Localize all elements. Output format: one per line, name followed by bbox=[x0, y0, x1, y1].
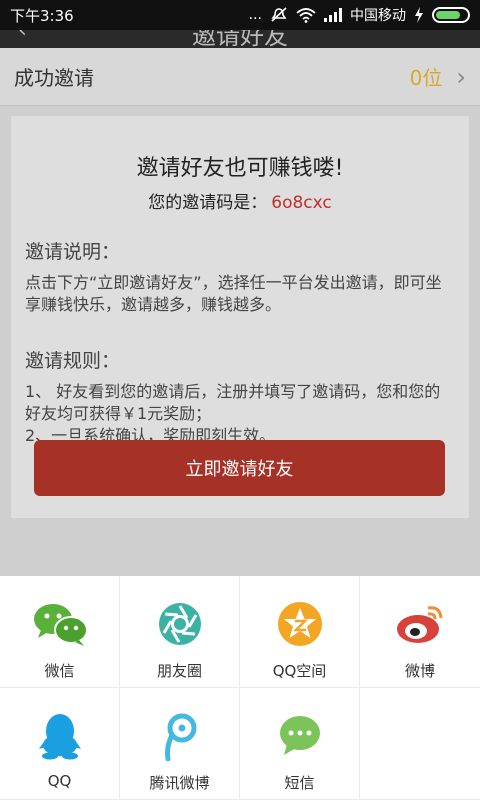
share-sms[interactable]: 短信 bbox=[240, 688, 360, 800]
charging-icon bbox=[415, 7, 423, 23]
rules-title: 邀请规则： bbox=[25, 350, 121, 372]
wechat-icon bbox=[33, 604, 88, 646]
dots-indicator: ... bbox=[248, 7, 262, 23]
sms-icon bbox=[279, 716, 320, 755]
share-empty-cell bbox=[360, 688, 480, 800]
battery-icon bbox=[432, 7, 470, 23]
share-label: 微信 bbox=[44, 662, 75, 680]
instructions-body: 点击下方“立即邀请好友”，选择任一平台发出邀请，即可坐享赚钱快乐，邀请越多，赚钱… bbox=[25, 273, 442, 314]
successful-invites-label: 成功邀请 bbox=[14, 66, 94, 90]
page-title: 邀请好友 bbox=[192, 30, 288, 48]
instructions-section: 邀请说明： 点击下方“立即邀请好友”，选择任一平台发出邀请，即可坐享赚钱快乐，邀… bbox=[11, 237, 469, 316]
mute-icon bbox=[271, 7, 287, 22]
share-label: 短信 bbox=[284, 774, 315, 792]
share-label: 腾讯微博 bbox=[149, 774, 210, 792]
wifi-icon bbox=[296, 7, 316, 23]
share-moments[interactable]: 朋友圈 bbox=[120, 576, 240, 688]
tencent-weibo-icon bbox=[164, 713, 196, 761]
status-bar: 下午3:36 ... 中国移动 bbox=[0, 0, 480, 30]
share-grid: 微信 朋友圈 QQ空间 微博 QQ 腾讯微博 短信 bbox=[0, 576, 480, 800]
invite-code-line: 您的邀请码是： 6o8cxc bbox=[11, 188, 469, 213]
share-label: 微博 bbox=[404, 662, 435, 680]
moments-icon bbox=[158, 603, 201, 645]
share-qzone[interactable]: QQ空间 bbox=[240, 576, 360, 688]
carrier-label: 中国移动 bbox=[350, 8, 406, 24]
share-weibo[interactable]: 微博 bbox=[360, 576, 480, 688]
share-label: 朋友圈 bbox=[156, 662, 202, 680]
qq-icon bbox=[38, 714, 81, 760]
title-bar: ‹ 邀请好友 bbox=[0, 30, 480, 48]
chevron-right-icon: › bbox=[456, 62, 466, 91]
status-icons: ... 中国移动 bbox=[249, 5, 470, 25]
successful-invites-count: 0位 bbox=[409, 66, 443, 90]
page-content: ‹ 邀请好友 成功邀请 0位 › 邀请好友也可赚钱喽! 您的邀请码是： 6o8cx… bbox=[0, 30, 480, 576]
qzone-icon bbox=[277, 602, 322, 646]
share-sheet: 微信 朋友圈 QQ空间 微博 QQ 腾讯微博 短信 bbox=[0, 576, 480, 800]
rules-section: 邀请规则： 1、 好友看到您的邀请后，注册并填写了邀请码，您和您的好友均可获得￥… bbox=[11, 346, 469, 447]
share-tencent-weibo[interactable]: 腾讯微博 bbox=[120, 688, 240, 800]
share-label: QQ bbox=[47, 772, 72, 790]
invite-card: 邀请好友也可赚钱喽! 您的邀请码是： 6o8cxc 邀请说明： 点击下方“立即邀请… bbox=[11, 116, 469, 518]
signal-icon bbox=[324, 8, 342, 22]
share-label: QQ空间 bbox=[272, 662, 327, 680]
invite-code-prefix: 您的邀请码是： bbox=[148, 193, 268, 213]
share-qq[interactable]: QQ bbox=[0, 688, 120, 800]
share-wechat[interactable]: 微信 bbox=[0, 576, 120, 688]
successful-invites-row[interactable]: 成功邀请 0位 › bbox=[0, 48, 480, 106]
instructions-title: 邀请说明： bbox=[25, 241, 121, 263]
invite-headline: 邀请好友也可赚钱喽! bbox=[136, 156, 344, 181]
invite-now-button[interactable]: 立即邀请好友 bbox=[34, 440, 445, 496]
weibo-icon bbox=[397, 606, 443, 643]
rules-item-1: 1、 好友看到您的邀请后，注册并填写了邀请码，您和您的好友均可获得￥1元奖励； bbox=[25, 382, 441, 423]
status-time: 下午3:36 bbox=[10, 6, 74, 25]
invite-code-value: 6o8cxc bbox=[271, 193, 332, 213]
